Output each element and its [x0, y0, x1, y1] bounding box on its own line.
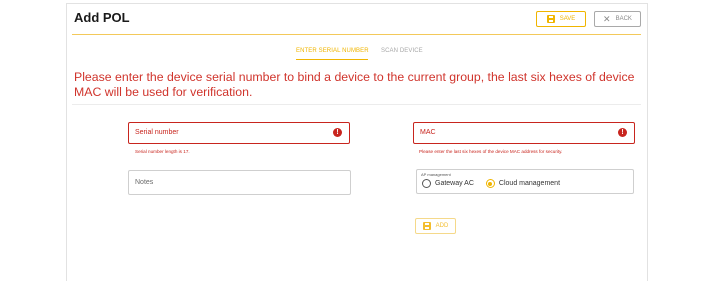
tab-bar: ENTER SERIAL NUMBER SCAN DEVICE: [0, 48, 716, 60]
save-icon: [546, 15, 555, 23]
serial-number-field[interactable]: Serial number !: [128, 122, 350, 144]
notes-field[interactable]: Notes: [128, 170, 351, 195]
back-button-label: BACK: [615, 16, 632, 22]
save-button[interactable]: SAVE: [536, 11, 586, 27]
mac-label: MAC: [420, 129, 436, 136]
save-button-label: SAVE: [559, 16, 576, 22]
back-button[interactable]: ✕ BACK: [594, 11, 641, 27]
save-icon: [422, 222, 431, 230]
radio-gateway-ac[interactable]: [422, 179, 431, 188]
close-icon: ✕: [603, 13, 611, 24]
serial-number-error: Serial number length is 17.: [135, 149, 190, 154]
instructions-text: Please enter the device serial number to…: [74, 70, 635, 99]
add-button-label: ADD: [435, 223, 449, 229]
section-divider: [72, 104, 641, 105]
ap-management-options: Gateway AC Cloud management: [422, 179, 568, 188]
alert-circle-icon: !: [618, 128, 627, 137]
header-divider: [72, 34, 641, 35]
mac-error: Please enter the last six hexes of the d…: [419, 149, 563, 154]
mac-field[interactable]: MAC !: [413, 122, 635, 144]
add-button[interactable]: ADD: [415, 218, 456, 234]
serial-number-label: Serial number: [135, 129, 179, 136]
active-tab-indicator: [296, 59, 368, 60]
tab-enter-serial-number[interactable]: ENTER SERIAL NUMBER: [296, 48, 369, 54]
ap-management-group: AP management Gateway AC Cloud managemen…: [416, 169, 634, 194]
ap-management-legend: AP management: [421, 172, 451, 177]
notes-label: Notes: [135, 179, 154, 186]
radio-cloud-management[interactable]: [485, 179, 495, 188]
alert-circle-icon: !: [333, 128, 342, 137]
tab-scan-device[interactable]: SCAN DEVICE: [381, 48, 423, 54]
radio-gateway-ac-label[interactable]: Gateway AC: [435, 180, 474, 187]
radio-cloud-management-label[interactable]: Cloud management: [499, 180, 560, 187]
page-title: Add POL: [74, 10, 130, 25]
